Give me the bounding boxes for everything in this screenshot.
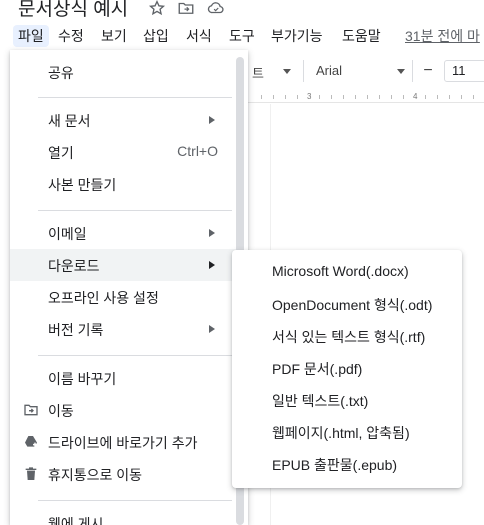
menu-item-label: 이동: [48, 403, 74, 419]
decrease-font-size-button[interactable]: −: [418, 61, 438, 81]
menu-item-label: 버전 기록: [48, 322, 104, 338]
submenu-item-label: EPUB 출판물(.epub): [272, 457, 398, 473]
submenu-item-label: PDF 문서(.pdf): [272, 361, 363, 377]
menu-item-trash[interactable]: 휴지통으로 이동: [10, 458, 236, 490]
toolbar-divider: [412, 60, 413, 82]
menu-item-label: 웹에 게시: [48, 516, 104, 525]
submenu-item-label: 서식 있는 텍스트 형식(.rtf): [272, 329, 426, 345]
menu-bar: 파일 수정 보기 삽입 서식 도구 부가기능 도움말 31분 전에 마: [0, 22, 484, 48]
ruler: 3 4: [245, 92, 484, 103]
submenu-arrow-icon: [209, 325, 215, 333]
menu-item-label: 드라이브에 바로가기 추가: [48, 435, 198, 451]
font-size-input[interactable]: 11: [444, 60, 484, 82]
menu-item-new[interactable]: 새 문서: [10, 104, 236, 136]
menu-item-offline[interactable]: 오프라인 사용 설정: [10, 281, 236, 313]
menu-item-label: 열기: [48, 145, 74, 161]
menu-item-email[interactable]: 이메일: [10, 217, 236, 249]
menu-item-label: 이메일: [48, 226, 87, 242]
title-bar: 문서상식 예시: [0, 0, 484, 22]
trash-icon: [23, 466, 39, 482]
download-docx[interactable]: Microsoft Word(.docx): [232, 256, 462, 288]
chevron-down-icon[interactable]: [283, 69, 291, 74]
paragraph-style-select[interactable]: 트: [252, 63, 264, 82]
menu-addons[interactable]: 부가기능: [271, 26, 323, 46]
menu-divider: [38, 500, 232, 501]
font-select[interactable]: Arial: [316, 63, 342, 78]
menu-insert[interactable]: 삽입: [143, 26, 169, 46]
menu-item-label: 오프라인 사용 설정: [48, 290, 159, 306]
menu-divider: [38, 355, 232, 356]
menu-item-publish[interactable]: 웹에 게시: [10, 507, 236, 525]
download-rtf[interactable]: 서식 있는 텍스트 형식(.rtf): [232, 320, 462, 352]
cloud-status-icon[interactable]: [207, 0, 225, 17]
menu-item-download[interactable]: 다운로드: [10, 249, 236, 281]
menu-item-label: 다운로드: [48, 258, 100, 274]
last-edit-link[interactable]: 31분 전에 마: [405, 26, 480, 46]
submenu-item-label: Microsoft Word(.docx): [272, 263, 409, 279]
download-html[interactable]: 웹페이지(.html, 압축됨): [232, 416, 462, 448]
chevron-down-icon[interactable]: [397, 69, 405, 74]
menu-item-share[interactable]: 공유: [10, 56, 236, 88]
move-icon: [23, 402, 39, 418]
download-odt[interactable]: OpenDocument 형식(.odt): [232, 288, 462, 320]
menu-file[interactable]: 파일: [13, 25, 49, 47]
download-epub[interactable]: EPUB 출판물(.epub): [232, 448, 462, 480]
menu-divider: [38, 210, 232, 211]
menu-item-label: 공유: [48, 65, 74, 81]
menu-item-add-shortcut[interactable]: 드라이브에 바로가기 추가: [10, 426, 236, 458]
toolbar-divider: [303, 60, 304, 82]
menu-divider: [38, 97, 232, 98]
menu-item-make-copy[interactable]: 사본 만들기: [10, 168, 236, 200]
menu-item-version-history[interactable]: 버전 기록: [10, 313, 236, 345]
menu-item-rename[interactable]: 이름 바꾸기: [10, 362, 236, 394]
download-txt[interactable]: 일반 텍스트(.txt): [232, 384, 462, 416]
menu-edit[interactable]: 수정: [58, 26, 84, 46]
menu-view[interactable]: 보기: [101, 26, 127, 46]
menu-item-label: 새 문서: [48, 113, 91, 129]
submenu-item-label: 웹페이지(.html, 압축됨): [272, 425, 410, 441]
menu-item-move[interactable]: 이동: [10, 394, 236, 426]
drive-shortcut-icon: [23, 434, 39, 450]
download-pdf[interactable]: PDF 문서(.pdf): [232, 352, 462, 384]
menu-item-label: 휴지통으로 이동: [48, 467, 143, 483]
document-title[interactable]: 문서상식 예시: [18, 0, 128, 21]
star-icon[interactable]: [148, 0, 166, 17]
submenu-arrow-icon: [209, 261, 215, 269]
menu-item-label: 이름 바꾸기: [48, 371, 117, 387]
move-to-folder-icon[interactable]: [177, 0, 195, 17]
menu-format[interactable]: 서식: [186, 26, 212, 46]
submenu-item-label: 일반 텍스트(.txt): [272, 393, 369, 409]
submenu-item-label: OpenDocument 형식(.odt): [272, 297, 433, 313]
submenu-arrow-icon: [209, 116, 215, 124]
submenu-arrow-icon: [209, 229, 215, 237]
file-menu: 공유 새 문서 열기 Ctrl+O 사본 만들기 이메일 다운로드 오프라인 사…: [10, 50, 248, 525]
ruler-mark: 3: [307, 92, 312, 101]
menu-item-open[interactable]: 열기 Ctrl+O: [10, 136, 236, 168]
menu-item-label: 사본 만들기: [48, 177, 117, 193]
ruler-mark: 4: [413, 92, 418, 101]
menu-help[interactable]: 도움말: [342, 26, 381, 46]
shortcut-hint: Ctrl+O: [177, 143, 218, 159]
menu-tools[interactable]: 도구: [229, 26, 255, 46]
download-submenu: Microsoft Word(.docx) OpenDocument 형식(.o…: [232, 250, 462, 488]
